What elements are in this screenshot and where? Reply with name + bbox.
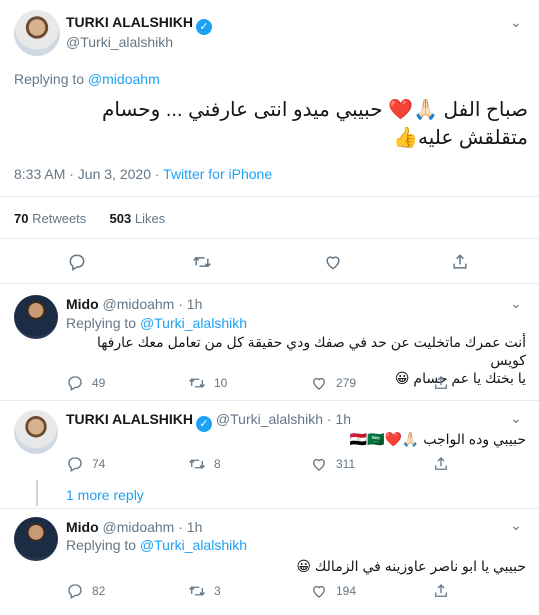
avatar[interactable]	[14, 410, 58, 454]
avatar[interactable]	[14, 295, 58, 339]
author-handle[interactable]: @midoahm · 1h	[103, 296, 203, 312]
like-button[interactable]	[323, 252, 343, 277]
author-handle[interactable]: @Turki_alalshikh	[66, 34, 173, 50]
reply-icon	[68, 457, 82, 472]
reply-text: حبيبي يا ابو ناصر عاوزينه في الزمالك 😀	[296, 558, 526, 574]
like-icon	[326, 256, 340, 270]
reply-icon	[68, 584, 82, 599]
retweet-count: 3	[214, 584, 221, 598]
divider	[0, 508, 539, 509]
share-button[interactable]	[432, 582, 458, 600]
replying-to-line: Replying to @Turki_alalshikh	[66, 537, 248, 553]
author-name[interactable]: TURKI ALALSHIKH	[66, 14, 193, 30]
retweet-icon	[189, 378, 205, 388]
reply-header: Mido @midoahm · 1h	[66, 519, 202, 535]
verified-icon: ✓	[196, 19, 213, 35]
like-count: 279	[336, 376, 357, 390]
author-header: TURKI ALALSHIKH ✓	[66, 14, 213, 35]
reply-button[interactable]: 49	[66, 374, 105, 392]
replying-to-line: Replying to @Turki_alalshikh	[66, 315, 248, 331]
avatar[interactable]	[14, 10, 60, 56]
replying-to-link[interactable]: @midoahm	[88, 71, 160, 87]
author-name[interactable]: Mido	[66, 296, 99, 312]
like-count: 311	[336, 457, 356, 471]
share-button[interactable]	[432, 374, 458, 392]
share-icon	[453, 254, 467, 269]
divider	[0, 400, 539, 401]
divider	[0, 238, 539, 239]
retweet-count: 10	[214, 376, 228, 390]
reply-button[interactable]: 82	[66, 582, 105, 600]
share-icon	[435, 457, 447, 470]
engagement-stats: 70 Retweets 503 Likes	[14, 211, 165, 226]
retweet-button[interactable]	[192, 252, 212, 277]
reply-header: Mido @midoahm · 1h	[66, 296, 202, 312]
like-icon	[313, 458, 325, 471]
tweet-text: صباح الفل 🙏🏻❤️ حبيبي ميدو انتى عارفني ..…	[101, 99, 528, 149]
reply-text: حبيبي وده الواجب 🙏🏻❤️🇪🇬🇸🇦	[349, 431, 526, 447]
chevron-down-icon[interactable]: ⌄	[510, 517, 522, 534]
reply-count: 74	[92, 457, 106, 471]
chevron-down-icon[interactable]: ⌄	[510, 410, 522, 427]
author-handle[interactable]: @Turki_alalshikh · 1h	[216, 411, 351, 427]
tweet-source[interactable]: Twitter for iPhone	[163, 166, 272, 182]
like-count: 194	[336, 584, 357, 598]
like-button[interactable]: 311	[310, 455, 355, 473]
retweet-icon	[193, 256, 211, 268]
reply-count: 49	[92, 376, 106, 390]
share-button[interactable]	[432, 455, 458, 473]
retweet-button[interactable]: 3	[188, 582, 221, 600]
reply-icon	[69, 254, 85, 271]
retweet-button[interactable]: 8	[188, 455, 221, 473]
reply-icon	[68, 376, 82, 391]
author-handle[interactable]: @midoahm · 1h	[103, 519, 203, 535]
retweet-count: 8	[214, 457, 221, 471]
author-name[interactable]: TURKI ALALSHIKH	[66, 411, 193, 427]
more-replies-link[interactable]: 1 more reply	[66, 487, 144, 503]
tweet-timestamp: 8:33 AM · Jun 3, 2020 · Twitter for iPho…	[14, 166, 273, 182]
reply-button[interactable]: 74	[66, 455, 105, 473]
replying-to-link[interactable]: @Turki_alalshikh	[140, 315, 247, 331]
replying-to-link[interactable]: @Turki_alalshikh	[140, 537, 247, 553]
retweet-icon	[189, 586, 205, 596]
retweet-button[interactable]: 10	[188, 374, 227, 392]
like-icon	[313, 377, 325, 390]
like-icon	[313, 585, 325, 598]
thread-line	[36, 480, 38, 506]
reply-header: TURKI ALALSHIKH ✓ @Turki_alalshikh · 1h	[66, 411, 351, 432]
chevron-down-icon[interactable]: ⌄	[510, 295, 522, 312]
reply-count: 82	[92, 584, 106, 598]
share-icon	[435, 376, 447, 389]
divider	[0, 196, 539, 197]
share-button[interactable]	[450, 252, 470, 277]
divider	[0, 283, 539, 284]
replying-to-line: Replying to @midoahm	[14, 71, 160, 87]
reply-button[interactable]	[67, 252, 87, 277]
avatar[interactable]	[14, 517, 58, 561]
like-button[interactable]: 194	[310, 582, 356, 600]
like-button[interactable]: 279	[310, 374, 356, 392]
author-name[interactable]: Mido	[66, 519, 99, 535]
retweets-stat[interactable]: 70 Retweets	[14, 211, 86, 226]
likes-stat[interactable]: 503 Likes	[110, 211, 166, 226]
share-icon	[435, 584, 447, 597]
chevron-down-icon[interactable]: ⌄	[510, 14, 522, 31]
retweet-icon	[189, 459, 205, 469]
